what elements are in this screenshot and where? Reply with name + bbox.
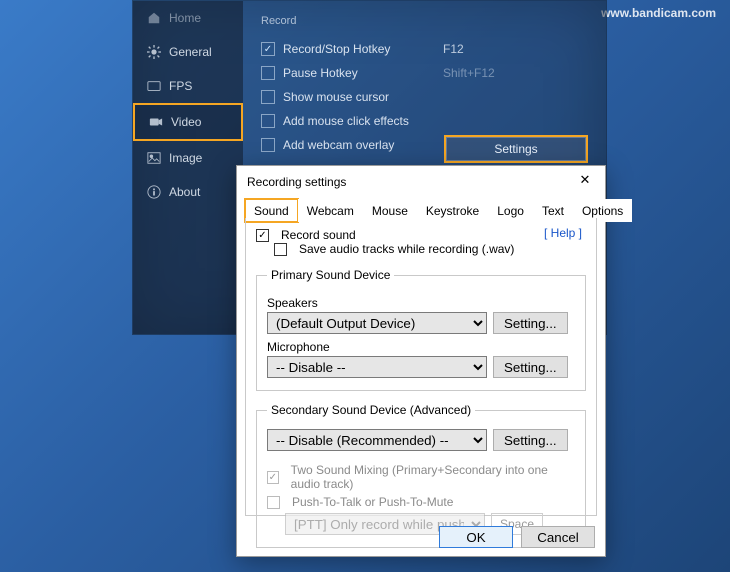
- option-label: Pause Hotkey: [283, 66, 443, 80]
- ptt-label: Push-To-Talk or Push-To-Mute: [292, 495, 453, 509]
- sidebar-item-video[interactable]: Video: [133, 103, 243, 141]
- video-icon: [149, 115, 163, 129]
- microphone-setting-button[interactable]: Setting...: [493, 356, 568, 378]
- option-value: Shift+F12: [443, 66, 495, 80]
- sidebar-item-label: General: [169, 45, 212, 59]
- ok-button[interactable]: OK: [439, 526, 513, 548]
- ptt-checkbox: [267, 496, 280, 509]
- speakers-setting-button[interactable]: Setting...: [493, 312, 568, 334]
- microphone-select[interactable]: -- Disable --: [267, 356, 487, 378]
- info-icon: [147, 185, 161, 199]
- two-sound-mixing-label: Two Sound Mixing (Primary+Secondary into…: [291, 463, 575, 491]
- sidebar-item-general[interactable]: General: [133, 35, 243, 69]
- watermark: www.bandicam.com: [601, 6, 716, 20]
- sidebar: Home General FPS Video Image About: [133, 1, 243, 334]
- sidebar-item-label: Video: [171, 115, 201, 129]
- sidebar-item-home[interactable]: Home: [133, 1, 243, 35]
- option-label: Record/Stop Hotkey: [283, 42, 443, 56]
- save-wav-label: Save audio tracks while recording (.wav): [299, 242, 514, 256]
- sidebar-item-label: About: [169, 185, 200, 199]
- secondary-legend: Secondary Sound Device (Advanced): [267, 403, 475, 417]
- checkbox[interactable]: [261, 66, 275, 80]
- gear-icon: [147, 45, 161, 59]
- fps-icon: [147, 79, 161, 93]
- option-label: Add mouse click effects: [283, 114, 443, 128]
- sidebar-item-about[interactable]: About: [133, 175, 243, 209]
- help-link[interactable]: [ Help ]: [544, 226, 582, 240]
- record-sound-checkbox[interactable]: [256, 229, 269, 242]
- dialog-title: Recording settings: [247, 175, 346, 189]
- save-wav-checkbox[interactable]: [274, 243, 287, 256]
- option-label: Show mouse cursor: [283, 90, 443, 104]
- two-sound-mixing-checkbox: [267, 471, 279, 484]
- sidebar-item-image[interactable]: Image: [133, 141, 243, 175]
- primary-legend: Primary Sound Device: [267, 268, 394, 282]
- image-icon: [147, 151, 161, 165]
- record-sound-label: Record sound: [281, 228, 356, 242]
- option-row: Add mouse click effects: [261, 109, 588, 133]
- checkbox[interactable]: [261, 114, 275, 128]
- option-label: Add webcam overlay: [283, 138, 443, 152]
- speakers-label: Speakers: [267, 296, 575, 310]
- home-icon: [147, 11, 161, 25]
- option-row: Show mouse cursor: [261, 85, 588, 109]
- microphone-label: Microphone: [267, 340, 575, 354]
- recording-settings-dialog: Recording settings ✕ Sound Webcam Mouse …: [236, 165, 606, 557]
- close-icon[interactable]: ✕: [573, 172, 597, 192]
- sidebar-item-label: Image: [169, 151, 202, 165]
- settings-button[interactable]: Settings: [446, 137, 586, 161]
- cancel-button[interactable]: Cancel: [521, 526, 595, 548]
- panel-heading: Record: [261, 15, 588, 27]
- checkbox[interactable]: [261, 90, 275, 104]
- checkbox[interactable]: [261, 42, 275, 56]
- secondary-select[interactable]: -- Disable (Recommended) --: [267, 429, 487, 451]
- primary-device-group: Primary Sound Device Speakers (Default O…: [256, 268, 586, 391]
- checkbox[interactable]: [261, 138, 275, 152]
- speakers-select[interactable]: (Default Output Device): [267, 312, 487, 334]
- sidebar-item-label: Home: [169, 11, 201, 25]
- sidebar-item-label: FPS: [169, 79, 192, 93]
- secondary-setting-button[interactable]: Setting...: [493, 429, 568, 451]
- option-row: Pause Hotkey Shift+F12: [261, 61, 588, 85]
- option-row: Record/Stop Hotkey F12: [261, 37, 588, 61]
- dialog-body: [ Help ] Record sound Save audio tracks …: [245, 218, 597, 516]
- sidebar-item-fps[interactable]: FPS: [133, 69, 243, 103]
- option-value: F12: [443, 42, 464, 56]
